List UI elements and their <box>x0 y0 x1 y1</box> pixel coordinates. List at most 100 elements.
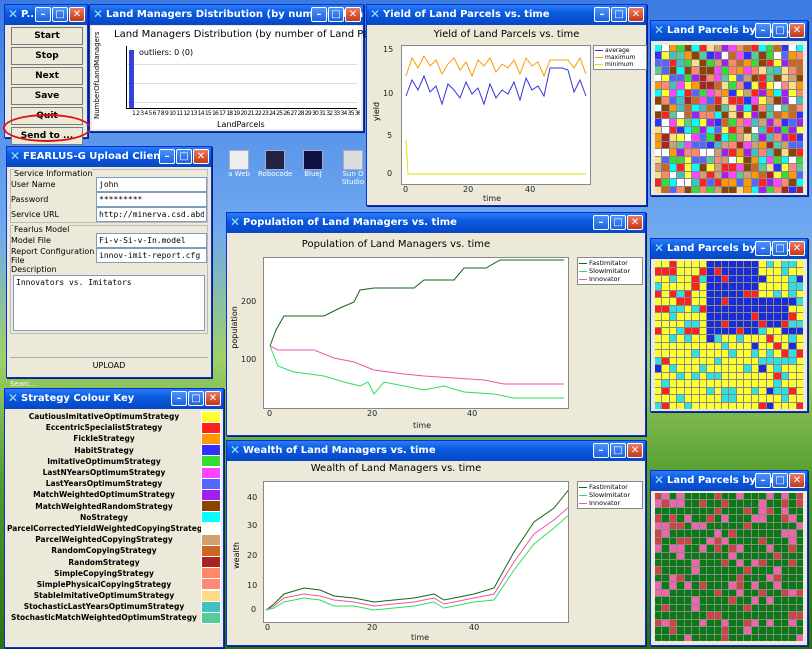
parcel-cell <box>684 261 692 268</box>
maximize-button[interactable]: □ <box>611 7 627 22</box>
maximize-button[interactable]: □ <box>328 7 344 22</box>
service-url-input[interactable] <box>96 207 207 222</box>
minimize-button[interactable]: – <box>755 241 771 256</box>
maximize-button[interactable]: □ <box>772 23 788 38</box>
minimize-button[interactable]: – <box>159 149 175 164</box>
parcel-cell <box>781 627 789 634</box>
parcel-cell <box>655 612 662 619</box>
parcel-cell <box>766 67 774 74</box>
minimize-button[interactable]: – <box>594 7 610 22</box>
parcel-cell <box>669 89 677 97</box>
next-button[interactable]: Next <box>11 67 83 85</box>
parcel-grid[interactable] <box>655 261 803 409</box>
wealth-titlebar[interactable]: ✕ Wealth of Land Managers vs. time – □ ✕ <box>227 441 645 461</box>
maximize-button[interactable]: □ <box>610 215 626 230</box>
parcel-cell <box>722 156 729 164</box>
control-titlebar[interactable]: ✕ P... – □ ✕ <box>5 5 87 25</box>
close-button[interactable]: ✕ <box>69 7 85 22</box>
parcel-cell <box>669 305 677 313</box>
close-button[interactable]: ✕ <box>627 443 643 458</box>
parcel-cell <box>669 97 677 104</box>
parcel-cell <box>774 112 781 119</box>
close-button[interactable]: ✕ <box>345 7 361 22</box>
parcel-cell <box>736 275 744 283</box>
maximize-button[interactable]: □ <box>52 7 68 22</box>
parcel-cell <box>707 515 714 522</box>
parcels-titlebar[interactable]: ✕ Land Parcels by Lan... – □ ✕ <box>651 239 807 259</box>
desktop-icon-search[interactable]: Searc... <box>10 380 40 388</box>
minimize-button[interactable]: – <box>755 23 771 38</box>
parcel-cell <box>774 372 781 380</box>
maximize-button[interactable]: □ <box>610 443 626 458</box>
minimize-button[interactable]: – <box>593 443 609 458</box>
stop-button[interactable]: Stop <box>11 47 83 65</box>
parcel-cell <box>677 126 684 134</box>
parcel-cell <box>699 612 707 619</box>
report-config-input[interactable] <box>96 248 207 263</box>
close-button[interactable]: ✕ <box>789 23 805 38</box>
parcel-cell <box>714 537 722 545</box>
parcel-cell <box>714 164 722 171</box>
parcel-cell <box>662 567 669 574</box>
minimize-button[interactable]: – <box>35 7 51 22</box>
maximize-button[interactable]: □ <box>772 473 788 488</box>
yield-titlebar[interactable]: ✕ Yield of Land Parcels vs. time – □ ✕ <box>367 5 646 25</box>
close-button[interactable]: ✕ <box>789 241 805 256</box>
maximize-button[interactable]: □ <box>176 149 192 164</box>
close-button[interactable]: ✕ <box>193 149 209 164</box>
close-button[interactable]: ✕ <box>628 7 644 22</box>
parcels-titlebar[interactable]: ✕ Land Parcels by Sub-... – □ ✕ <box>651 471 807 491</box>
upload-button[interactable]: UPLOAD <box>10 357 208 374</box>
parcel-cell <box>781 537 789 545</box>
parcel-cell <box>714 134 722 141</box>
model-file-input[interactable] <box>96 233 207 248</box>
minimize-button[interactable]: – <box>171 391 187 406</box>
strategy-colour-swatch <box>201 466 221 479</box>
strategy-name: EccentricSpecialistStrategy <box>45 423 163 433</box>
parcel-cell <box>692 530 699 537</box>
username-input[interactable] <box>96 177 207 192</box>
parcel-grid[interactable] <box>655 493 803 641</box>
desktop-icon-web[interactable]: a Web <box>228 150 250 178</box>
parcel-cell <box>692 305 699 313</box>
parcel-cell <box>736 104 744 112</box>
parcel-cell <box>766 342 774 350</box>
parcel-cell <box>699 126 707 134</box>
parcel-cell <box>774 82 781 89</box>
desktop-icon-robocode[interactable]: Robocode <box>258 150 292 178</box>
minimize-button[interactable]: – <box>311 7 327 22</box>
strategy-colour-swatch <box>201 421 221 434</box>
parcel-cell <box>744 134 751 141</box>
description-label: Description <box>11 264 57 274</box>
parcel-cell <box>722 52 729 59</box>
maximize-button[interactable]: □ <box>188 391 204 406</box>
parcel-cell <box>669 275 677 283</box>
parcel-cell <box>699 134 707 141</box>
close-button[interactable]: ✕ <box>789 473 805 488</box>
parcel-cell <box>744 149 751 156</box>
description-textarea[interactable]: Innovators vs. Imitators <box>13 275 205 331</box>
parcel-cell <box>669 186 677 193</box>
save-button[interactable]: Save <box>11 87 83 105</box>
parcel-cell <box>751 141 759 149</box>
maximize-button[interactable]: □ <box>772 241 788 256</box>
parcel-grid[interactable] <box>655 45 803 193</box>
parcel-cell <box>707 171 714 179</box>
close-button[interactable]: ✕ <box>627 215 643 230</box>
distribution-titlebar[interactable]: ✕Land Managers Distribution (by number o… <box>90 5 363 25</box>
population-titlebar[interactable]: ✕ Population of Land Managers vs. time – □… <box>227 213 645 233</box>
password-input[interactable] <box>96 192 207 207</box>
strategy-key-titlebar[interactable]: ✕ Strategy Colour Key – □ ✕ <box>5 389 223 409</box>
parcels-titlebar[interactable]: ✕ Land Parcels by Lan... – □ ✕ <box>651 21 807 41</box>
minimize-button[interactable]: – <box>755 473 771 488</box>
parcel-cell <box>684 305 692 313</box>
parcel-cell <box>722 387 729 395</box>
parcel-cell <box>684 582 692 589</box>
upload-titlebar[interactable]: ✕ FEARLUS-G Upload Client – □ ✕ <box>7 147 211 167</box>
close-button[interactable]: ✕ <box>205 391 221 406</box>
parcel-cell <box>714 104 722 112</box>
desktop-icon-sun-studio[interactable]: Sun O Studio <box>340 150 366 186</box>
minimize-button[interactable]: – <box>593 215 609 230</box>
desktop-icon-bluej[interactable]: BlueJ <box>302 150 324 178</box>
start-button[interactable]: Start <box>11 27 83 45</box>
